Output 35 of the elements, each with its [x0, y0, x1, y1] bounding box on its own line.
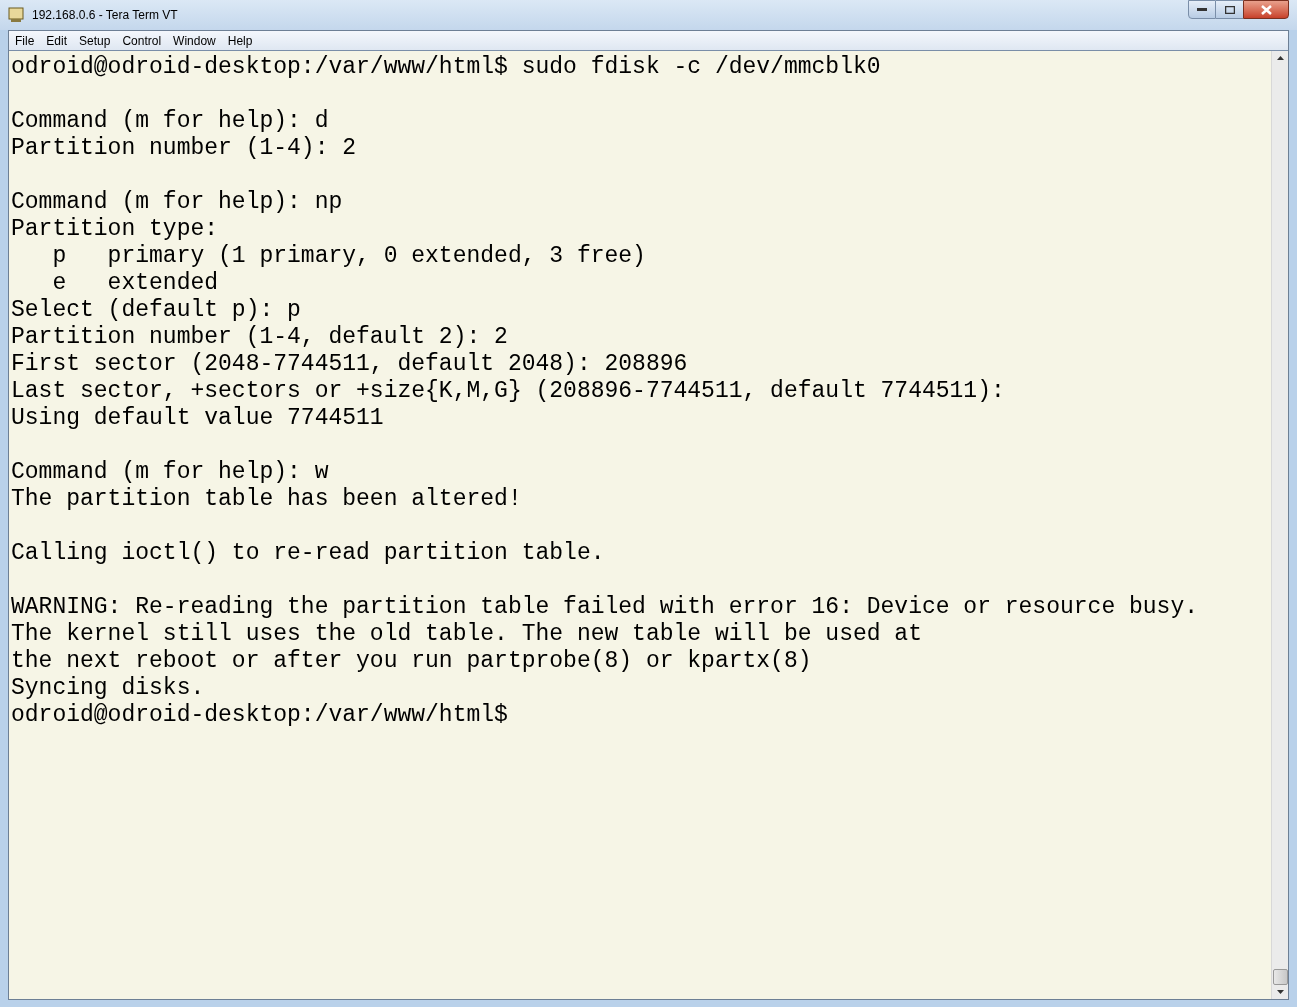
- menu-item[interactable]: Window: [173, 31, 216, 50]
- terminal-line: Syncing disks.: [11, 675, 205, 702]
- window-title: 192.168.0.6 - Tera Term VT: [32, 7, 178, 24]
- menu-item[interactable]: Setup: [79, 31, 111, 50]
- terminal-line: Command (m for help): d: [11, 108, 329, 135]
- maximize-icon: [1224, 5, 1235, 14]
- terminal-line: Command (m for help): w: [11, 459, 329, 486]
- terminal-line: First sector (2048-7744511, default 2048): 208896: [11, 351, 688, 378]
- terminal-line: Using default value 7744511: [11, 405, 384, 432]
- terminal-line: WARNING: Re-reading the partition table failed with error 16: Device or resource busy.: [11, 594, 1198, 621]
- terminal-app-icon: [8, 7, 24, 23]
- menu-item[interactable]: Control: [122, 31, 162, 50]
- close-icon: [1260, 4, 1272, 15]
- terminal-line: Partition number (1-4, default 2): 2: [11, 324, 508, 351]
- minimize-button[interactable]: [1188, 0, 1216, 19]
- terminal-line: odroid@odroid-desktop:/var/www/html$ sudo fdisk -c /dev/mmcblk0: [11, 54, 881, 81]
- terminal-line: Partition number (1-4): 2: [11, 135, 357, 162]
- terminal-line: Last sector, +sectors or +size{K,M,G} (208896-7744511, default 7744511):: [11, 378, 1005, 405]
- terminal-line: The kernel still uses the old table. The new table will be used at: [11, 621, 922, 648]
- terminal-line: the next reboot or after you run partprobe(8) or kpartx(8): [11, 648, 812, 675]
- terminal-line: e extended: [51, 270, 219, 297]
- scrollbar-thumb[interactable]: [1272, 969, 1288, 985]
- terminal-line: Partition type:: [11, 216, 219, 243]
- maximize-button[interactable]: [1216, 0, 1243, 19]
- terminal-line: The partition table has been altered!: [11, 486, 522, 513]
- terminal-line: odroid@odroid-desktop:/var/www/html$: [11, 702, 508, 729]
- menu-item[interactable]: Edit: [46, 31, 68, 50]
- terminal-line: Command (m for help): np: [11, 189, 343, 216]
- close-button[interactable]: [1243, 0, 1289, 19]
- minimize-icon: [1197, 7, 1207, 12]
- terminal-line: Calling ioctl() to re-read partition table.: [11, 540, 605, 567]
- menu-item[interactable]: Help: [227, 31, 253, 50]
- menu-item[interactable]: File: [15, 31, 35, 50]
- terminal-line: Select (default p): p: [11, 297, 301, 324]
- terminal-line: p primary (1 primary, 0 extended, 3 free): [51, 243, 646, 270]
